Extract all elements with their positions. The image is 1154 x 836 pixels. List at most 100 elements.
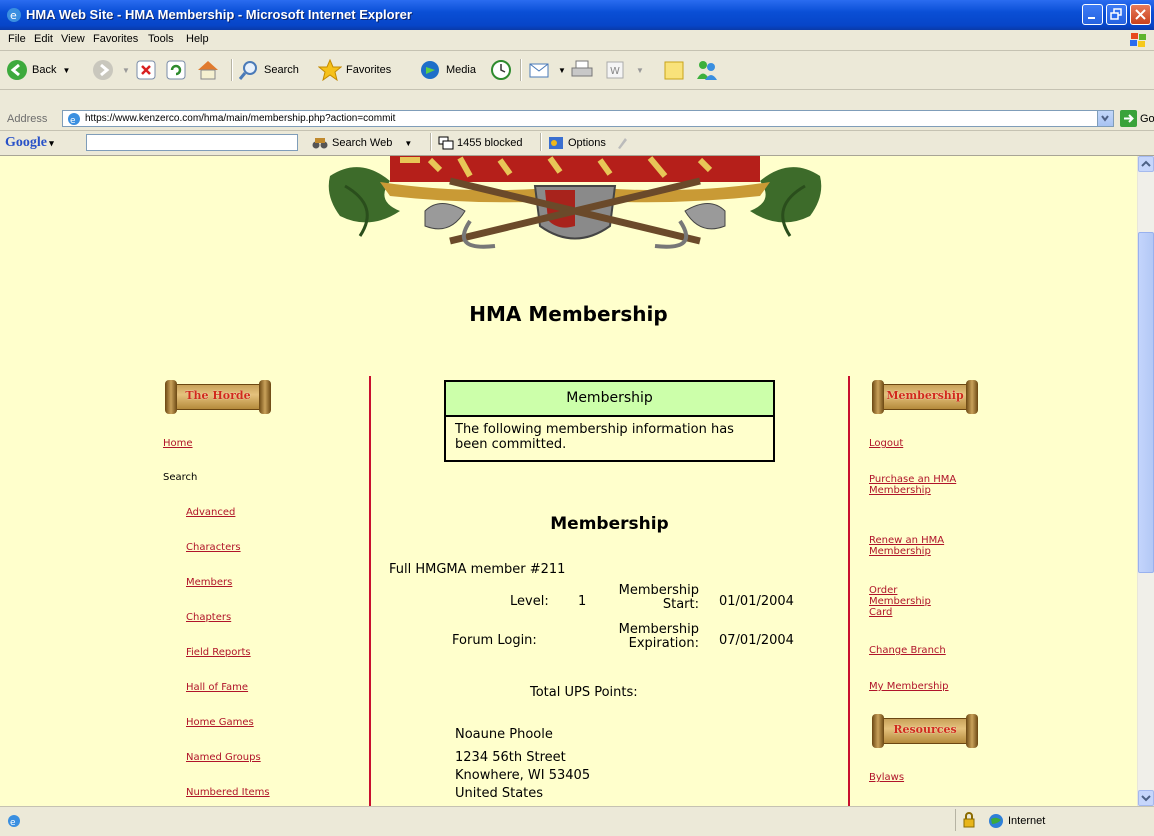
nav-purchase-membership[interactable]: Purchase an HMA Membership	[869, 474, 959, 496]
window-titlebar[interactable]: e HMA Web Site - HMA Membership - Micros…	[0, 0, 1154, 30]
scroll-thumb[interactable]	[1138, 232, 1154, 573]
nav-logout[interactable]: Logout	[869, 438, 903, 449]
svg-text:W: W	[610, 66, 620, 77]
menu-view[interactable]: View	[61, 33, 85, 45]
forward-button[interactable]: ▼	[92, 57, 130, 83]
start-label-line-2: Start:	[662, 597, 699, 612]
nav-my-membership[interactable]: My Membership	[869, 681, 949, 692]
google-logo[interactable]: Google ▾	[5, 135, 54, 151]
windows-flag-icon	[1130, 33, 1146, 47]
page-title: HMA Membership	[469, 302, 668, 326]
level-label: Level:	[510, 594, 549, 609]
nav-advanced[interactable]: Advanced	[186, 507, 235, 518]
messenger-icon	[697, 61, 717, 80]
mail-button[interactable]: ▼	[528, 57, 566, 83]
history-button[interactable]	[490, 57, 516, 83]
nav-bylaws[interactable]: Bylaws	[869, 772, 904, 783]
resources-banner-label: Resources	[893, 723, 957, 736]
status-divider	[955, 809, 956, 831]
mail-dropdown-icon[interactable]: ▼	[558, 66, 566, 75]
address-dropdown-icon[interactable]	[1097, 111, 1113, 126]
go-button[interactable]: Go	[1120, 110, 1154, 128]
resources-banner: Resources	[870, 712, 980, 750]
expiration-label: Membership Expiration:	[600, 623, 699, 651]
nav-order-membership-card[interactable]: Order Membership Card	[869, 585, 953, 618]
refresh-icon	[166, 60, 186, 80]
left-column-divider	[369, 376, 371, 806]
svg-text:e: e	[70, 116, 76, 126]
popup-blocker-button[interactable]: 1455 blocked	[438, 136, 522, 150]
nav-home[interactable]: Home	[163, 438, 193, 449]
page-content[interactable]: HMA Membership The Horde Home Search Adv…	[0, 156, 1137, 806]
address-country: United States	[455, 786, 544, 801]
favorites-button[interactable]: Favorites	[318, 57, 391, 83]
toolbar-separator	[540, 133, 542, 151]
nav-renew-membership[interactable]: Renew an HMA Membership	[869, 535, 959, 557]
search-button[interactable]: Search	[238, 57, 299, 83]
nav-home-games[interactable]: Home Games	[186, 717, 254, 728]
nav-chapters[interactable]: Chapters	[186, 612, 231, 623]
restore-button[interactable]	[1106, 4, 1127, 25]
search-web-button[interactable]: Search Web ▼	[312, 136, 412, 150]
scroll-down-button[interactable]	[1138, 790, 1154, 806]
nav-named-groups[interactable]: Named Groups	[186, 752, 261, 763]
scroll-up-button[interactable]	[1138, 156, 1154, 172]
favorites-label: Favorites	[346, 64, 392, 76]
status-bar: e Internet	[0, 806, 1154, 836]
mail-icon	[529, 63, 549, 78]
back-button[interactable]: Back ▼	[6, 57, 70, 83]
address-url: https://www.kenzerco.com/hma/main/member…	[85, 113, 396, 124]
nav-field-reports[interactable]: Field Reports	[186, 647, 251, 658]
refresh-button[interactable]	[166, 57, 190, 83]
menu-file[interactable]: File	[8, 33, 26, 45]
messenger-button[interactable]	[694, 57, 724, 83]
google-search-input[interactable]	[86, 134, 298, 151]
security-zone: Internet	[988, 813, 1045, 829]
address-input[interactable]: e https://www.kenzerco.com/hma/main/memb…	[62, 110, 1114, 127]
close-button[interactable]	[1130, 4, 1151, 25]
lock-icon	[963, 812, 975, 828]
menu-bar: File Edit View Favorites Tools Help	[0, 30, 1154, 51]
popup-blocker-icon	[438, 136, 454, 150]
favorites-star-icon	[318, 59, 342, 81]
menu-help[interactable]: Help	[186, 33, 209, 45]
nav-search-heading: Search	[163, 472, 198, 483]
print-button[interactable]	[570, 57, 598, 83]
toolbar-separator	[430, 133, 432, 151]
stop-button[interactable]	[136, 57, 160, 83]
search-web-dropdown-icon[interactable]: ▼	[404, 139, 412, 148]
edit-dropdown-icon[interactable]: ▼	[636, 66, 644, 75]
highlight-pen-icon[interactable]	[616, 136, 628, 150]
membership-heading: Membership	[550, 514, 669, 534]
nav-characters[interactable]: Characters	[186, 542, 241, 553]
nav-change-branch[interactable]: Change Branch	[869, 645, 946, 656]
hackmaster-logo	[328, 156, 822, 249]
nav-numbered-items[interactable]: Numbered Items	[186, 787, 270, 798]
minimize-button[interactable]	[1082, 4, 1103, 25]
back-label: Back	[32, 64, 57, 76]
discuss-button[interactable]	[662, 57, 690, 83]
window-title: HMA Web Site - HMA Membership - Microsof…	[26, 7, 412, 22]
media-button[interactable]: Media	[418, 57, 476, 83]
word-edit-icon: W	[606, 61, 624, 79]
menu-tools[interactable]: Tools	[148, 33, 174, 45]
history-icon	[491, 60, 511, 80]
vertical-scrollbar[interactable]	[1137, 156, 1154, 806]
forward-dropdown-icon[interactable]: ▼	[122, 66, 130, 75]
options-icon	[549, 137, 563, 149]
options-button[interactable]: Options	[548, 136, 628, 150]
edit-button[interactable]: W ▼	[604, 57, 644, 83]
menu-edit[interactable]: Edit	[34, 33, 53, 45]
ups-points-label: Total UPS Points:	[530, 685, 638, 700]
the-horde-banner: The Horde	[163, 378, 273, 416]
toolbar-separator	[520, 59, 522, 81]
address-name: Noaune Phoole	[455, 727, 553, 742]
nav-members[interactable]: Members	[186, 577, 232, 588]
page-ie-icon: e	[68, 113, 80, 126]
nav-hall-of-fame[interactable]: Hall of Fame	[186, 682, 248, 693]
expiration-label-line-1: Membership	[618, 622, 699, 637]
menu-favorites[interactable]: Favorites	[93, 33, 138, 45]
home-button[interactable]	[196, 57, 224, 83]
back-dropdown-icon[interactable]: ▼	[62, 66, 70, 75]
binoculars-icon	[312, 138, 328, 149]
